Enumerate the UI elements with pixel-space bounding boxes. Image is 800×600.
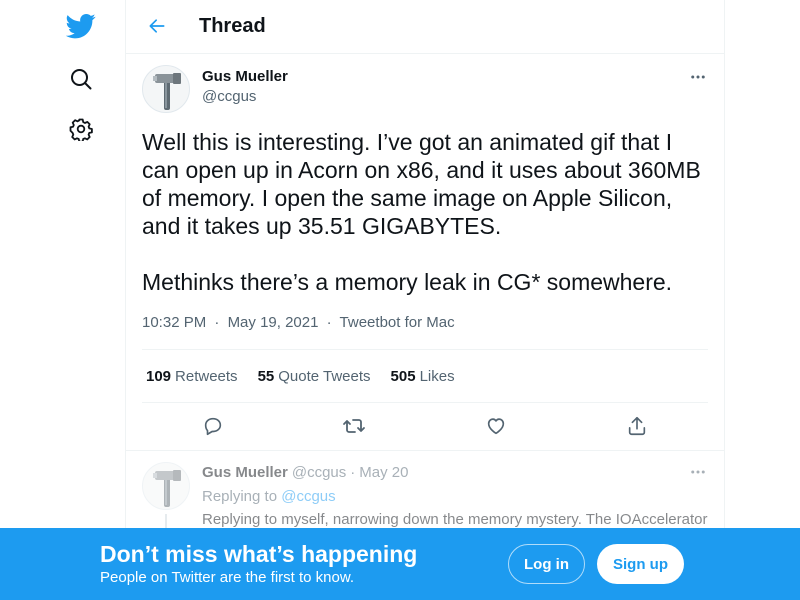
- likes-count: 505: [390, 367, 416, 385]
- share-icon[interactable]: [624, 413, 650, 439]
- reply-author-name[interactable]: Gus Mueller: [202, 464, 288, 481]
- gear-icon[interactable]: [56, 104, 106, 154]
- signup-button[interactable]: Sign up: [597, 544, 684, 584]
- tweet-time[interactable]: 10:32 PM: [142, 314, 206, 331]
- retweets-stat[interactable]: 109 Retweets: [146, 368, 238, 385]
- meta-separator: ·: [326, 314, 332, 331]
- quote-tweets-stat[interactable]: 55 Quote Tweets: [258, 368, 371, 385]
- search-icon[interactable]: [56, 54, 106, 104]
- author-name[interactable]: Gus Mueller: [202, 68, 288, 85]
- reply-text: Replying to myself, narrowing down the m…: [202, 511, 708, 528]
- quote-count: 55: [257, 367, 275, 385]
- likes-stat[interactable]: 505 Likes: [391, 368, 455, 385]
- avatar[interactable]: [142, 65, 190, 113]
- author-handle[interactable]: @ccgus: [202, 88, 256, 105]
- arrow-left-icon: [149, 19, 165, 33]
- reply-icon[interactable]: [200, 413, 226, 439]
- divider: [126, 450, 724, 451]
- more-dots-icon[interactable]: [686, 462, 710, 482]
- tweet-text: Well this is interesting. I’ve got an an…: [142, 128, 710, 296]
- back-button[interactable]: [140, 9, 174, 43]
- retweets-label: Retweets: [175, 367, 238, 385]
- replying-mention[interactable]: @ccgus: [281, 488, 335, 505]
- replying-label: Replying to: [202, 488, 278, 505]
- replying-to: Replying to @ccgus: [202, 488, 336, 505]
- tweet-date[interactable]: May 19, 2021: [228, 314, 319, 331]
- signup-banner: Don’t miss what’s happening People on Tw…: [0, 528, 800, 600]
- banner-subtitle: People on Twitter are the first to know.: [100, 569, 355, 586]
- likes-label: Likes: [419, 367, 455, 385]
- tweet-paragraph: Methinks there’s a memory leak in CG* so…: [142, 269, 673, 295]
- hammer-avatar-icon: [153, 73, 181, 110]
- more-dots-icon[interactable]: [686, 67, 710, 87]
- thread-header: Thread: [126, 0, 724, 54]
- reply-header: Gus Mueller @ccgus · May 20: [202, 464, 408, 481]
- meta-separator: ·: [350, 464, 356, 481]
- meta-separator: ·: [214, 314, 220, 331]
- page-title: Thread: [199, 15, 266, 37]
- twitter-logo-icon[interactable]: [56, 1, 106, 51]
- retweet-icon[interactable]: [341, 413, 367, 439]
- retweets-count: 109: [146, 367, 172, 385]
- tweet-meta: 10:32 PM · May 19, 2021 · Tweetbot for M…: [142, 314, 455, 331]
- reply-date[interactable]: May 20: [359, 464, 408, 481]
- sidebar: [0, 0, 126, 600]
- avatar[interactable]: [142, 462, 190, 510]
- like-heart-icon[interactable]: [483, 413, 509, 439]
- reply-author-handle[interactable]: @ccgus: [292, 464, 346, 481]
- tweet-paragraph: Well this is interesting. I’ve got an an…: [142, 129, 701, 239]
- tweet-stats: 109 Retweets 55 Quote Tweets 505 Likes: [142, 349, 708, 403]
- banner-title: Don’t miss what’s happening: [100, 541, 418, 567]
- hammer-avatar-icon: [153, 470, 181, 507]
- main-column: Thread Gus Mueller @ccgus Well this is i…: [125, 0, 725, 600]
- tweet-actions: [142, 403, 708, 451]
- quote-label: Quote Tweets: [278, 367, 371, 385]
- login-button[interactable]: Log in: [508, 544, 585, 584]
- tweet-source: Tweetbot for Mac: [339, 314, 455, 331]
